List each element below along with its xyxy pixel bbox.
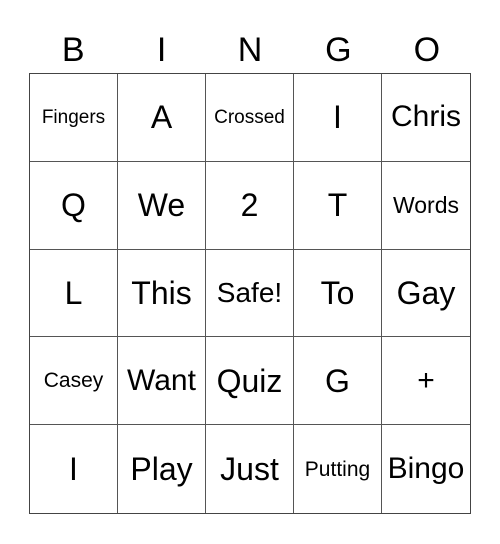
bingo-cell[interactable]: To xyxy=(294,249,382,338)
bingo-cell[interactable]: I xyxy=(294,74,382,162)
bingo-cell[interactable]: + xyxy=(382,337,470,426)
bingo-cell[interactable]: Fingers xyxy=(30,74,118,162)
bingo-cell[interactable]: Want xyxy=(118,337,206,426)
bingo-cell[interactable]: Crossed xyxy=(206,74,294,162)
bingo-cell[interactable]: L xyxy=(30,249,118,338)
bingo-cell[interactable]: Chris xyxy=(382,74,470,162)
bingo-cell[interactable]: Quiz xyxy=(206,337,294,426)
header-letter-i: I xyxy=(156,31,167,69)
header-letter-o: O xyxy=(413,31,441,69)
bingo-cell[interactable]: A xyxy=(118,74,206,162)
bingo-cell[interactable]: G xyxy=(294,337,382,426)
bingo-cell[interactable]: Q xyxy=(30,161,118,250)
header-letter-g: G xyxy=(325,31,352,69)
bingo-cell[interactable]: This xyxy=(118,249,206,338)
bingo-cell[interactable]: Words xyxy=(382,162,470,250)
bingo-cell[interactable]: Play xyxy=(118,425,206,513)
bingo-cell[interactable]: Putting xyxy=(294,425,382,513)
header-letter-b: B xyxy=(61,31,85,69)
bingo-cell[interactable]: T xyxy=(294,161,382,250)
bingo-cell[interactable]: Safe! xyxy=(206,249,294,338)
bingo-cell[interactable]: We xyxy=(118,161,206,250)
bingo-cell[interactable]: I xyxy=(30,425,118,513)
header-letter-n: N xyxy=(237,31,263,69)
bingo-cell[interactable]: Casey xyxy=(30,337,118,426)
bingo-grid: Fingers A Crossed I Chris Q We 2 T Words… xyxy=(29,73,471,514)
bingo-cell[interactable]: Just xyxy=(206,425,294,513)
bingo-cell[interactable]: 2 xyxy=(206,161,294,250)
bingo-header: B I N G O xyxy=(29,28,471,72)
bingo-cell[interactable]: Gay xyxy=(382,250,470,338)
bingo-cell[interactable]: Bingo xyxy=(382,425,470,513)
